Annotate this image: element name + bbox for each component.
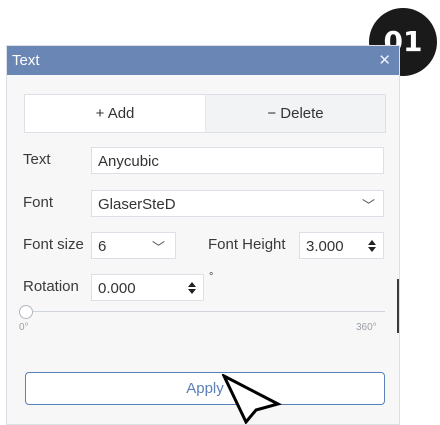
degree-unit: ° xyxy=(209,271,214,283)
rotation-label: Rotation xyxy=(23,278,79,295)
text-input[interactable]: Anycubic xyxy=(91,147,384,174)
apply-button[interactable]: Apply xyxy=(25,372,385,405)
font-height-input[interactable]: 3.000 xyxy=(299,232,384,259)
slider-max-label: 360° xyxy=(356,322,377,333)
rotation-value: 0.000 xyxy=(98,280,136,297)
font-size-select[interactable]: 6 ﹀ xyxy=(91,232,176,259)
panel-title: Text xyxy=(12,52,40,69)
spinner-icon[interactable] xyxy=(187,280,197,296)
font-size-label: Font size xyxy=(23,236,84,253)
font-height-value: 3.000 xyxy=(306,238,344,255)
font-label: Font xyxy=(23,194,54,211)
font-select-value: GlaserSteD xyxy=(98,196,176,213)
rotation-slider[interactable] xyxy=(25,311,385,312)
font-height-label: Font Height xyxy=(208,236,286,253)
panel-titlebar: Text ✕ xyxy=(7,46,399,75)
font-size-value: 6 xyxy=(98,238,107,255)
rotation-slider-thumb[interactable] xyxy=(19,305,33,319)
text-panel: Text ✕ + Add − Delete Text Anycubic Font… xyxy=(6,45,400,425)
text-label: Text xyxy=(23,151,51,168)
chevron-down-icon: ﹀ xyxy=(361,198,375,213)
delete-button[interactable]: − Delete xyxy=(206,95,385,132)
chevron-down-icon: ﹀ xyxy=(151,240,165,255)
spinner-icon[interactable] xyxy=(367,238,377,254)
add-button[interactable]: + Add xyxy=(25,95,206,132)
rotation-input[interactable]: 0.000 xyxy=(91,274,204,301)
close-icon[interactable]: ✕ xyxy=(378,51,391,69)
slider-min-label: 0° xyxy=(19,322,29,333)
font-select[interactable]: GlaserSteD ﹀ xyxy=(91,190,384,217)
scrollbar[interactable] xyxy=(397,279,399,333)
add-delete-toggle: + Add − Delete xyxy=(24,94,386,133)
cursor-arrow-icon xyxy=(222,374,283,424)
